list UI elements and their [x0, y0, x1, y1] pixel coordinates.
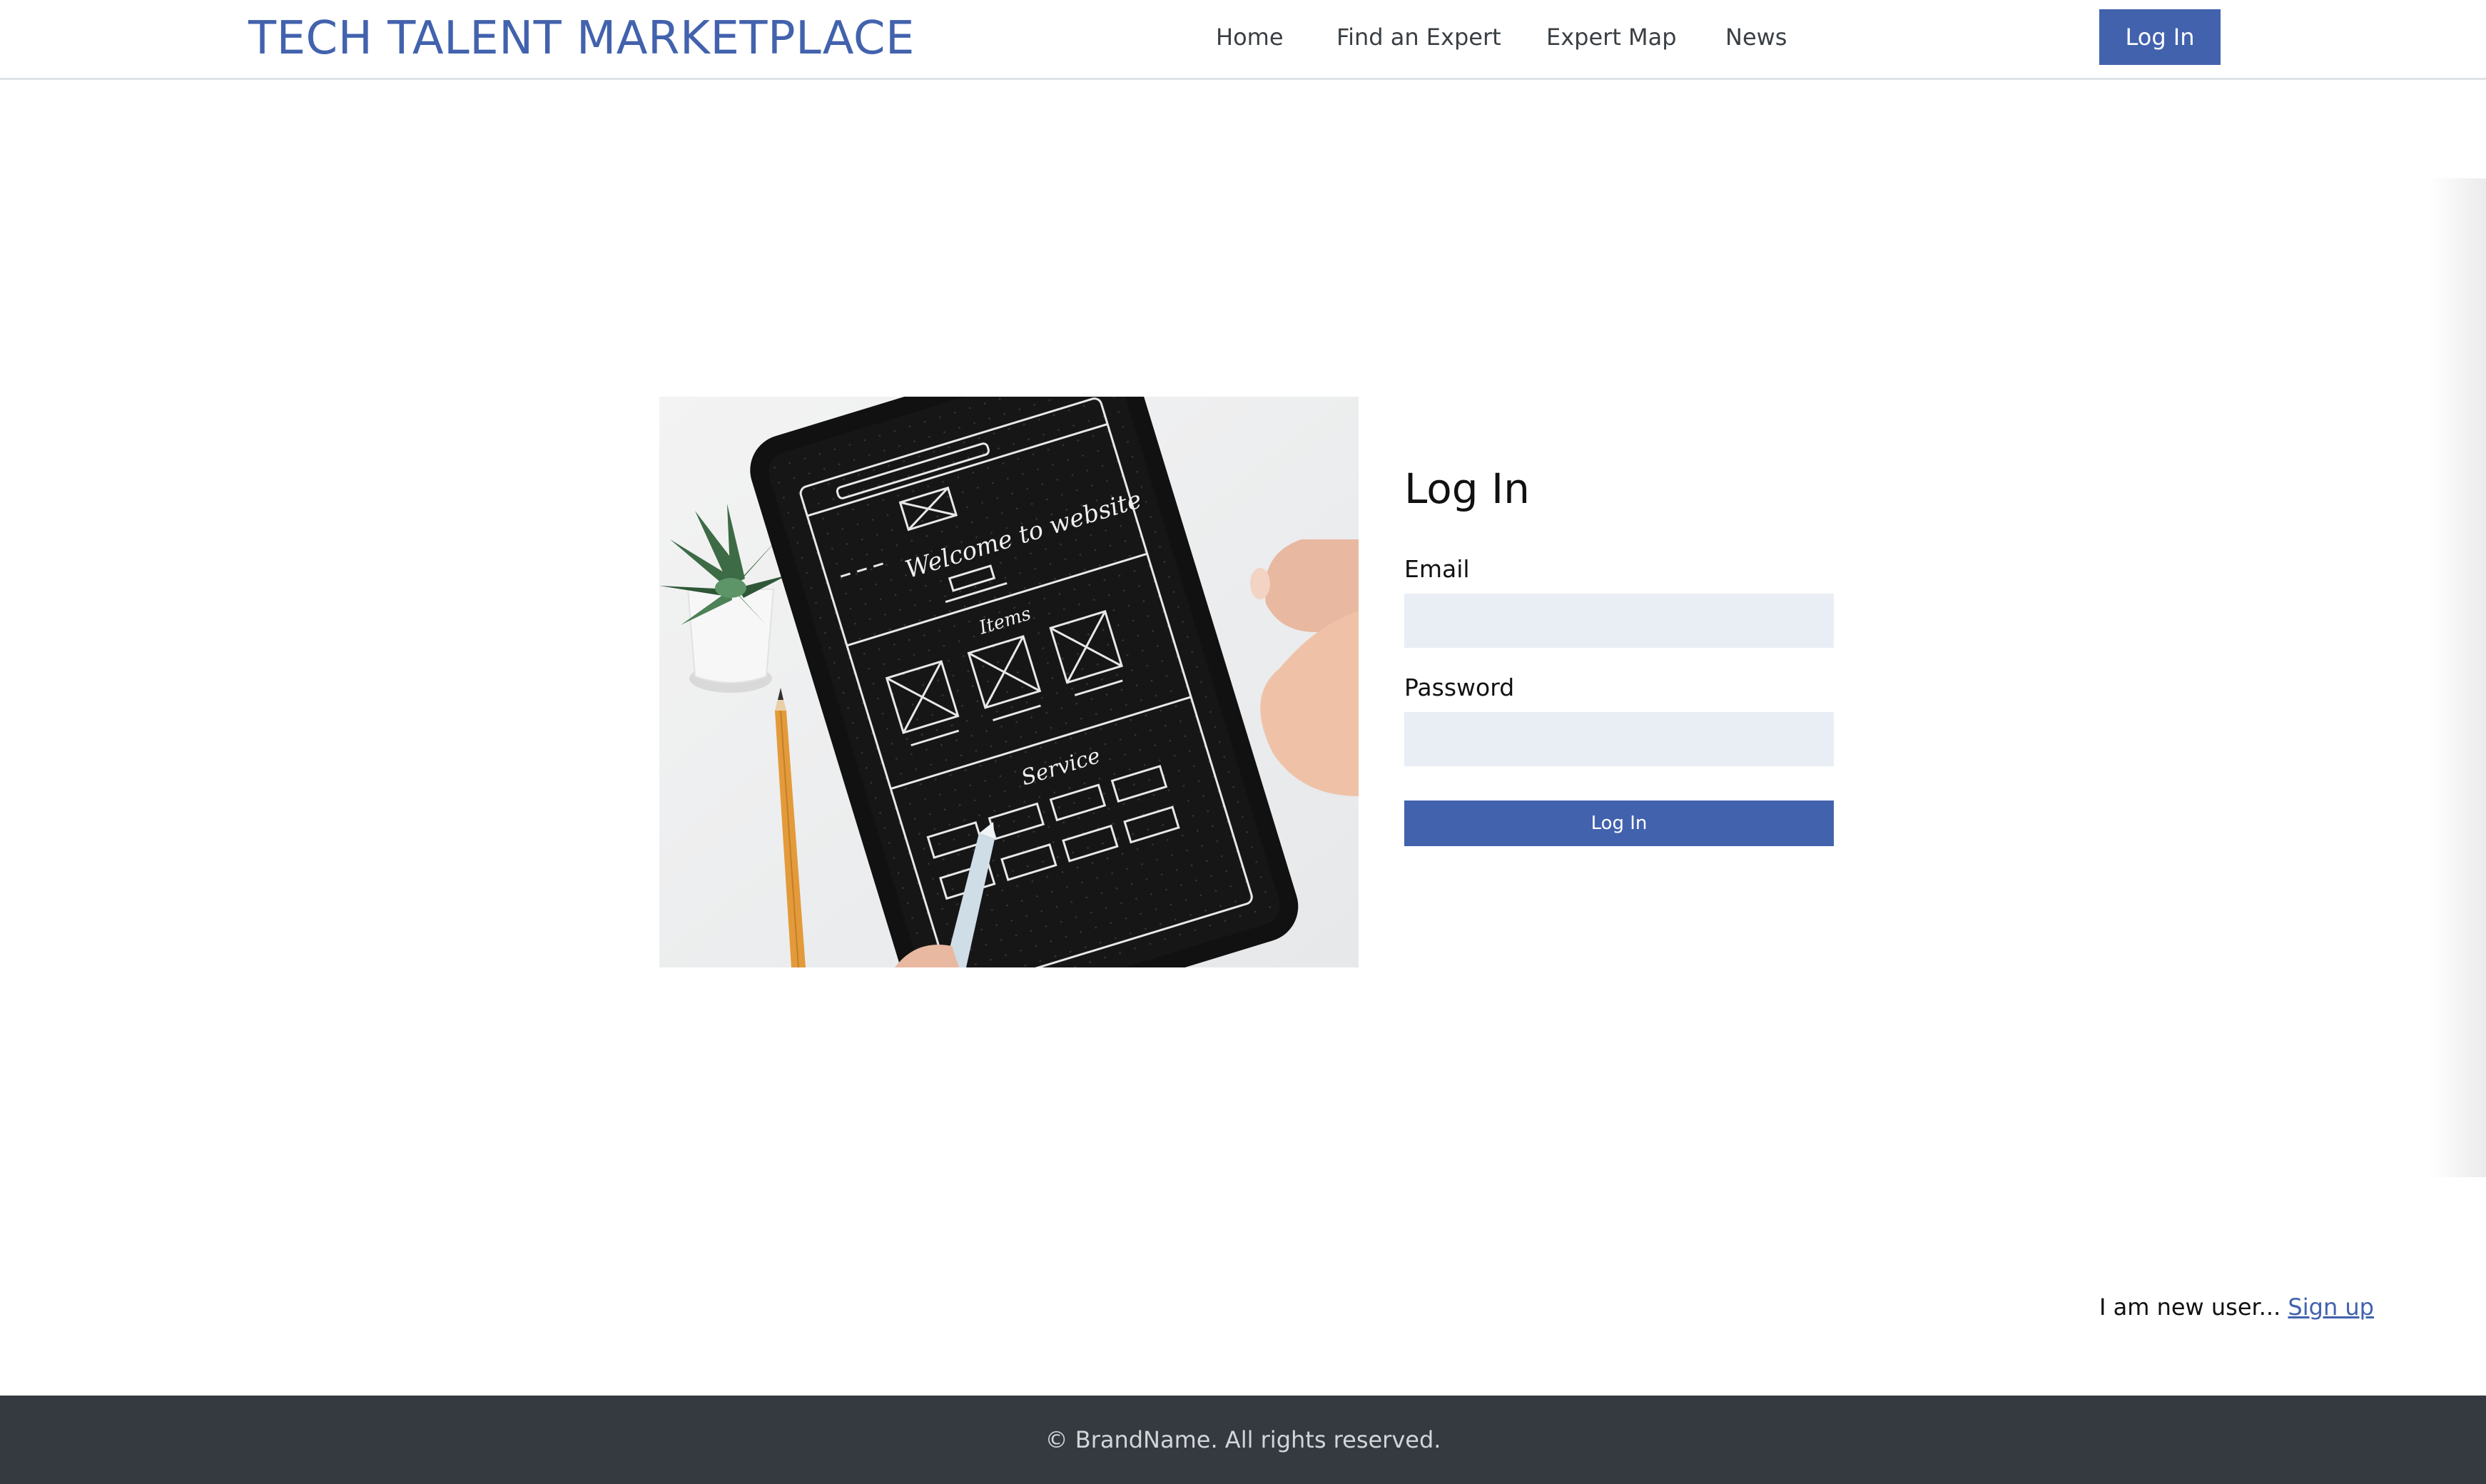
nav-news[interactable]: News	[1725, 20, 1787, 54]
email-field[interactable]	[1404, 594, 1834, 648]
nav-find-expert[interactable]: Find an Expert	[1336, 20, 1501, 54]
login-form: Log In Email Password Log In	[1404, 457, 1834, 846]
header-login-button[interactable]: Log In	[2099, 9, 2221, 65]
right-edge-shadow	[2429, 178, 2486, 1177]
top-navbar: TECH TALENT MARKETPLACE Home Find an Exp…	[0, 0, 2486, 80]
signup-prompt-text: I am new user...	[2099, 1294, 2288, 1321]
login-submit-button[interactable]: Log In	[1404, 801, 1834, 846]
brand-logo-link[interactable]: TECH TALENT MARKETPLACE	[248, 10, 915, 67]
signup-link[interactable]: Sign up	[2288, 1294, 2374, 1321]
footer: © BrandName. All rights reserved.	[0, 1396, 2486, 1484]
login-title: Log In	[1404, 464, 1530, 513]
nav-home[interactable]: Home	[1216, 20, 1284, 54]
nav-expert-map[interactable]: Expert Map	[1546, 20, 1677, 54]
password-field[interactable]	[1404, 712, 1834, 766]
password-label: Password	[1404, 674, 1515, 701]
footer-copyright: © BrandName. All rights reserved.	[1045, 1426, 1441, 1453]
tablet-wireframe-photo: Welcome to website Items Service	[659, 397, 1359, 967]
signup-prompt: I am new user... Sign up	[2099, 1291, 2374, 1323]
email-label: Email	[1404, 555, 1470, 583]
